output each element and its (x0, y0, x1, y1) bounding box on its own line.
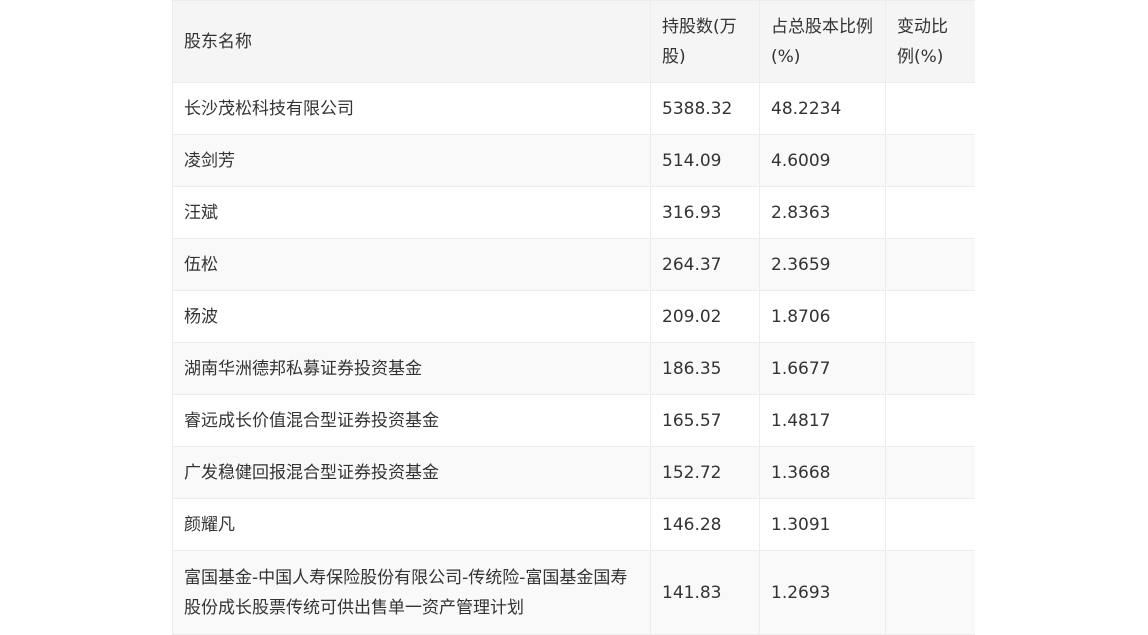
table-row: 湖南华洲德邦私募证券投资基金 186.35 1.6677 (172, 342, 975, 395)
cell-shares-held: 186.35 (650, 342, 760, 395)
cell-shares-held: 316.93 (650, 186, 760, 239)
table-row: 杨波 209.02 1.8706 (172, 290, 975, 343)
cell-change-ratio (885, 186, 975, 239)
cell-change-ratio (885, 446, 975, 499)
cell-shareholder-name: 伍松 (172, 238, 651, 291)
table-row: 睿远成长价值混合型证券投资基金 165.57 1.4817 (172, 394, 975, 447)
cell-share-ratio: 1.3668 (759, 446, 886, 499)
cell-share-ratio: 1.8706 (759, 290, 886, 343)
cell-shareholder-name: 颜耀凡 (172, 498, 651, 551)
table-row: 颜耀凡 146.28 1.3091 (172, 498, 975, 551)
cell-shareholder-name: 杨波 (172, 290, 651, 343)
header-share-ratio: 占总股本比例(%) (759, 0, 886, 83)
cell-shareholder-name: 睿远成长价值混合型证券投资基金 (172, 394, 651, 447)
cell-change-ratio (885, 394, 975, 447)
table-header-row: 股东名称 持股数(万股) 占总股本比例(%) 变动比例(%) (172, 0, 975, 83)
table-row: 凌剑芳 514.09 4.6009 (172, 134, 975, 187)
cell-change-ratio (885, 550, 975, 635)
cell-share-ratio: 4.6009 (759, 134, 886, 187)
table-row: 富国基金-中国人寿保险股份有限公司-传统险-富国基金国寿股份成长股票传统可供出售… (172, 550, 975, 635)
cell-share-ratio: 1.3091 (759, 498, 886, 551)
cell-share-ratio: 1.2693 (759, 550, 886, 635)
cell-shares-held: 264.37 (650, 238, 760, 291)
cell-shares-held: 165.57 (650, 394, 760, 447)
cell-shares-held: 146.28 (650, 498, 760, 551)
header-shares-held: 持股数(万股) (650, 0, 760, 83)
cell-shareholder-name: 凌剑芳 (172, 134, 651, 187)
cell-shares-held: 152.72 (650, 446, 760, 499)
cell-shareholder-name: 湖南华洲德邦私募证券投资基金 (172, 342, 651, 395)
cell-share-ratio: 1.6677 (759, 342, 886, 395)
table-row: 伍松 264.37 2.3659 (172, 238, 975, 291)
shareholder-table-container: 股东名称 持股数(万股) 占总股本比例(%) 变动比例(%) 长沙茂松科技有限公… (172, 0, 975, 635)
header-shareholder-name: 股东名称 (172, 0, 651, 83)
cell-shareholder-name: 长沙茂松科技有限公司 (172, 82, 651, 135)
cell-share-ratio: 1.4817 (759, 394, 886, 447)
table-row: 广发稳健回报混合型证券投资基金 152.72 1.3668 (172, 446, 975, 499)
cell-shareholder-name: 汪斌 (172, 186, 651, 239)
cell-change-ratio (885, 498, 975, 551)
cell-change-ratio (885, 290, 975, 343)
cell-shareholder-name: 富国基金-中国人寿保险股份有限公司-传统险-富国基金国寿股份成长股票传统可供出售… (172, 550, 651, 635)
cell-share-ratio: 2.3659 (759, 238, 886, 291)
cell-change-ratio (885, 82, 975, 135)
header-change-ratio: 变动比例(%) (885, 0, 975, 83)
cell-shares-held: 209.02 (650, 290, 760, 343)
cell-shareholder-name: 广发稳健回报混合型证券投资基金 (172, 446, 651, 499)
cell-change-ratio (885, 238, 975, 291)
shareholder-table: 股东名称 持股数(万股) 占总股本比例(%) 变动比例(%) 长沙茂松科技有限公… (172, 0, 975, 635)
cell-shares-held: 514.09 (650, 134, 760, 187)
cell-share-ratio: 48.2234 (759, 82, 886, 135)
cell-change-ratio (885, 342, 975, 395)
cell-shares-held: 141.83 (650, 550, 760, 635)
cell-change-ratio (885, 134, 975, 187)
cell-shares-held: 5388.32 (650, 82, 760, 135)
table-row: 长沙茂松科技有限公司 5388.32 48.2234 (172, 82, 975, 135)
table-row: 汪斌 316.93 2.8363 (172, 186, 975, 239)
cell-share-ratio: 2.8363 (759, 186, 886, 239)
